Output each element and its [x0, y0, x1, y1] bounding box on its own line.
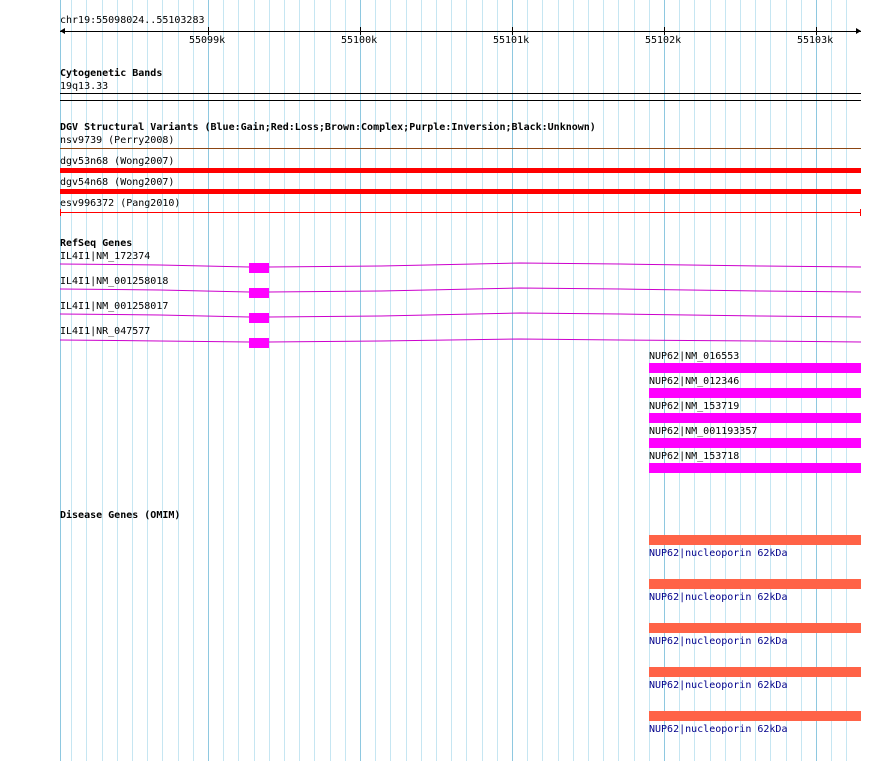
omim-gene-bar[interactable]	[649, 711, 861, 721]
omim-gene-label[interactable]: NUP62|nucleoporin 62kDa	[649, 724, 787, 735]
refseq-transcript-label[interactable]: NUP62|NM_153719	[649, 401, 739, 412]
omim-gene-bar[interactable]	[649, 623, 861, 633]
omim-gene-bar[interactable]	[649, 579, 861, 589]
il4i1-transcript[interactable]	[59, 338, 862, 348]
omim-gene-label[interactable]: NUP62|nucleoporin 62kDa	[649, 636, 787, 647]
nup62-transcript-bar[interactable]	[649, 413, 861, 423]
nup62-transcript-bar[interactable]	[649, 388, 861, 398]
nup62-transcript-bar[interactable]	[649, 363, 861, 373]
refseq-transcript-label[interactable]: NUP62|NM_001193357	[649, 426, 757, 437]
omim-gene-bar[interactable]	[649, 667, 861, 677]
nup62-transcript-bar[interactable]	[649, 463, 861, 473]
il4i1-transcript[interactable]	[59, 262, 862, 273]
omim-track-title[interactable]: Disease Genes (OMIM)	[60, 510, 180, 522]
refseq-transcript-label[interactable]: NUP62|NM_012346	[649, 376, 739, 387]
refseq-transcript-label[interactable]: NUP62|NM_016553	[649, 351, 739, 362]
omim-gene-label[interactable]: NUP62|nucleoporin 62kDa	[649, 592, 787, 603]
il4i1-transcript[interactable]	[59, 287, 862, 298]
refseq-transcript-label[interactable]: NUP62|NM_153718	[649, 451, 739, 462]
il4i1-transcript[interactable]	[59, 312, 862, 323]
nup62-transcript-bar[interactable]	[649, 438, 861, 448]
omim-gene-bar[interactable]	[649, 535, 861, 545]
omim-gene-label[interactable]: NUP62|nucleoporin 62kDa	[649, 548, 787, 559]
genome-browser-panel: chr19:55098024..55103283 55099k 55100k 5…	[0, 0, 890, 761]
omim-gene-label[interactable]: NUP62|nucleoporin 62kDa	[649, 680, 787, 691]
